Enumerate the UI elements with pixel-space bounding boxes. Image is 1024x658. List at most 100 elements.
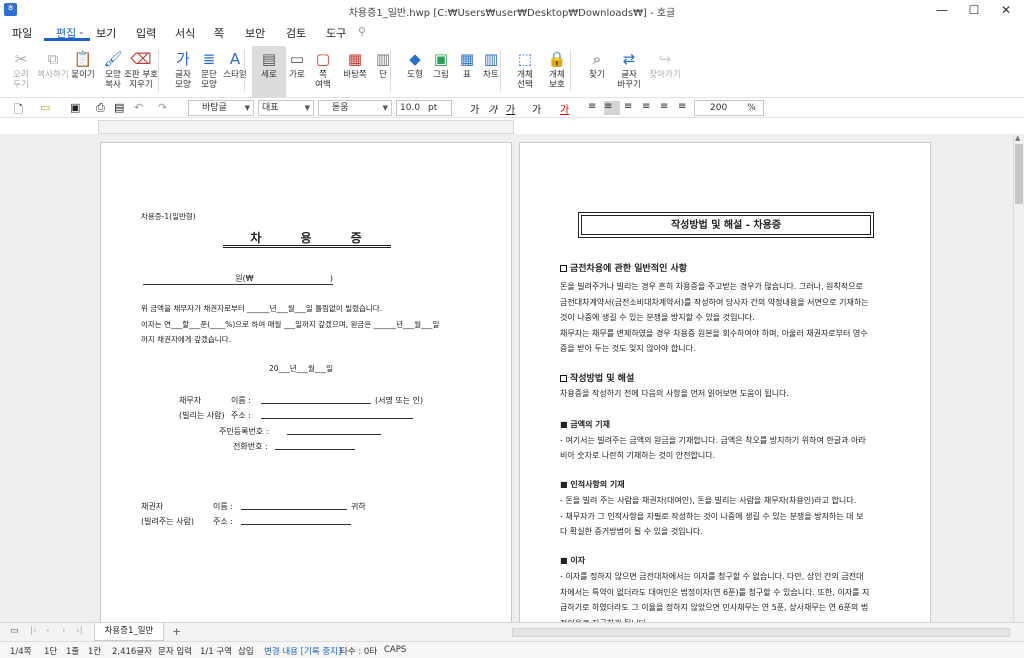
- open-folder-icon[interactable]: ▭: [40, 101, 54, 115]
- close-button[interactable]: ✕: [990, 0, 1022, 20]
- last-tab-icon[interactable]: ›|: [76, 626, 83, 636]
- menu-insert[interactable]: 입력: [136, 25, 156, 41]
- scroll-thumb[interactable]: [1015, 144, 1023, 204]
- font-set-value: 대표: [262, 103, 279, 113]
- subsection-personal-info: ■ 인적사항의 기재: [560, 480, 625, 489]
- paste-label: 붙이기: [71, 70, 95, 80]
- pin-icon[interactable]: ⚲: [358, 25, 366, 38]
- body-line: 증을 받아 두는 것도 잊지 않아야 합니다.: [560, 344, 696, 353]
- scroll-up-icon[interactable]: ▲: [1015, 134, 1020, 142]
- underline-icon[interactable]: 가: [506, 101, 520, 116]
- italic-icon[interactable]: 가: [488, 101, 502, 116]
- page-2[interactable]: 작성방법 및 해설 - 차용증 금전차용에 관한 일반적인 사항 돈을 빌려주거…: [519, 142, 931, 632]
- debtor-name-field[interactable]: [261, 403, 371, 404]
- subsection-interest: ■ 이자: [560, 556, 586, 565]
- replace-label: 글자: [621, 70, 637, 80]
- find-button[interactable]: ⌕ 찾기: [580, 46, 614, 98]
- split-align-icon[interactable]: ≡: [678, 101, 692, 115]
- print-icon[interactable]: ⎙: [96, 101, 110, 115]
- status-page[interactable]: 1/4쪽: [10, 645, 32, 657]
- font-value: 돋움: [332, 103, 349, 113]
- font-size-value: 10.0: [400, 103, 421, 113]
- align-center-icon[interactable]: ≡: [624, 101, 638, 115]
- page-1[interactable]: 차용증-1(일반형) 차 용 증 원(₩ ) 위 금액을 채무자가 채권자로부터…: [100, 142, 512, 632]
- square-bullet-icon: [560, 375, 567, 382]
- body-line: - 이자를 정하지 않으면 금전대차에서는 이자를 청구할 수 없습니다. 다만…: [560, 572, 864, 581]
- object-protect-button[interactable]: 🔒 개체 보호: [540, 46, 574, 98]
- margins-label: 쪽: [319, 70, 327, 80]
- menu-page[interactable]: 쪽: [214, 25, 224, 41]
- creditor-name-field[interactable]: [241, 509, 347, 510]
- chart-button[interactable]: ▥ 차트: [474, 46, 508, 98]
- object-select-label: 개체: [517, 70, 533, 80]
- object-protect-label: 보호: [549, 80, 565, 90]
- style-button[interactable]: A 스타일: [218, 46, 252, 98]
- body-line: 것이 나중에 생길 수 있는 분쟁을 방지할 수 있을 것입니다.: [560, 313, 755, 322]
- status-track-changes[interactable]: 변경 내용 [기록 중지]: [264, 645, 341, 657]
- font-color-icon[interactable]: 가: [560, 101, 574, 116]
- first-tab-icon[interactable]: |‹: [30, 626, 37, 636]
- font-set-select[interactable]: 대표 ▼: [258, 100, 314, 116]
- object-select-button[interactable]: ⬚ 개체 선택: [508, 46, 542, 98]
- rrn-label: 주민등록번호 :: [219, 427, 269, 436]
- align-justify-icon[interactable]: ≡: [588, 101, 602, 115]
- tab-list-icon[interactable]: ▭: [10, 626, 19, 636]
- signature-label: (서명 또는 인): [375, 396, 424, 405]
- status-line: 1줄: [66, 647, 80, 657]
- go-to-label: 찾아가기: [649, 70, 681, 80]
- vertical-scrollbar[interactable]: ▲: [1013, 134, 1024, 624]
- save-icon[interactable]: ▣: [70, 101, 84, 115]
- document-tab[interactable]: 차용증1_일반: [94, 623, 164, 641]
- new-document-icon[interactable]: 🗋: [14, 101, 28, 116]
- guide-title-box: 작성방법 및 해설 - 차용증: [578, 212, 874, 238]
- menu-bar: 파일 편집 ⌄ 보기 입력 서식 쪽 보안 검토 도구 ⚲: [0, 20, 1024, 44]
- debtor-address-field[interactable]: [261, 418, 413, 419]
- menu-review[interactable]: 검토: [286, 25, 306, 41]
- prev-tab-icon[interactable]: ‹: [46, 626, 50, 636]
- distribute-icon[interactable]: ≡: [660, 101, 674, 115]
- next-tab-icon[interactable]: ›: [62, 626, 66, 636]
- strikethrough-icon[interactable]: 가: [532, 101, 546, 116]
- horizontal-scrollbar[interactable]: [512, 628, 1010, 637]
- columns-button[interactable]: ▥ 단: [366, 46, 400, 98]
- minimize-button[interactable]: —: [926, 0, 958, 20]
- preview-icon[interactable]: ▤: [114, 101, 128, 115]
- go-to-button[interactable]: ↪ 찾아가기: [648, 46, 682, 98]
- undo-icon[interactable]: ↶: [134, 101, 148, 115]
- section-1-body: 돈을 빌려주거나 빌리는 경우 흔히 차용증을 주고받는 경우가 많습니다. 그…: [560, 279, 900, 357]
- replace-button[interactable]: ⇄ 글자 바꾸기: [612, 46, 646, 98]
- copy-button[interactable]: ⧉ 복사하기: [36, 46, 70, 98]
- clear-format-button[interactable]: ⌫ 조판 부호 지우기: [124, 46, 158, 98]
- rrn-field[interactable]: [287, 434, 381, 435]
- margins-button[interactable]: ▢ 쪽 여백: [306, 46, 340, 98]
- menu-format[interactable]: 서식: [175, 25, 195, 41]
- ribbon-separator: [390, 50, 391, 92]
- portrait-icon: ▤: [261, 50, 277, 68]
- date-line: 20___년___월___일: [269, 364, 333, 373]
- horizontal-ruler[interactable]: [98, 120, 514, 134]
- line-spacing-select[interactable]: 200%: [694, 100, 764, 116]
- menu-file[interactable]: 파일: [12, 25, 32, 41]
- loan-statement-1: 위 금액을 채무자가 채권자로부터 ______년___월___일 틀림없이 빌…: [141, 304, 383, 313]
- add-tab-icon[interactable]: +: [172, 625, 181, 638]
- menu-view[interactable]: 보기: [96, 25, 116, 41]
- paste-button[interactable]: 📋 붙이기: [66, 46, 100, 98]
- replace-icon: ⇄: [622, 50, 636, 68]
- subsection-amount: ■ 금액의 기재: [560, 420, 610, 429]
- cut-button[interactable]: ✂ 오려 두기: [4, 46, 38, 98]
- body-line: - 돈을 빌려 주는 사람을 채권자(대여인), 돈을 빌리는 사람을 채무자(…: [560, 496, 857, 505]
- status-char-count: 2,416글자: [112, 647, 152, 657]
- bold-icon[interactable]: 가: [470, 101, 484, 116]
- menu-tools[interactable]: 도구: [326, 25, 346, 41]
- style-select[interactable]: 바탕글 ▼: [188, 100, 254, 116]
- redo-icon[interactable]: ↷: [158, 101, 172, 115]
- align-left-icon[interactable]: ≡: [604, 101, 620, 115]
- creditor-address-field[interactable]: [241, 524, 351, 525]
- status-insert-mode[interactable]: 삽입: [238, 645, 254, 657]
- phone-field[interactable]: [275, 449, 355, 450]
- menu-security[interactable]: 보안: [245, 25, 265, 41]
- font-size-select[interactable]: 10.0 pt: [396, 100, 452, 116]
- font-select[interactable]: 돋움 ▼: [318, 100, 392, 116]
- maximize-button[interactable]: ☐: [958, 0, 990, 20]
- align-right-icon[interactable]: ≡: [642, 101, 656, 115]
